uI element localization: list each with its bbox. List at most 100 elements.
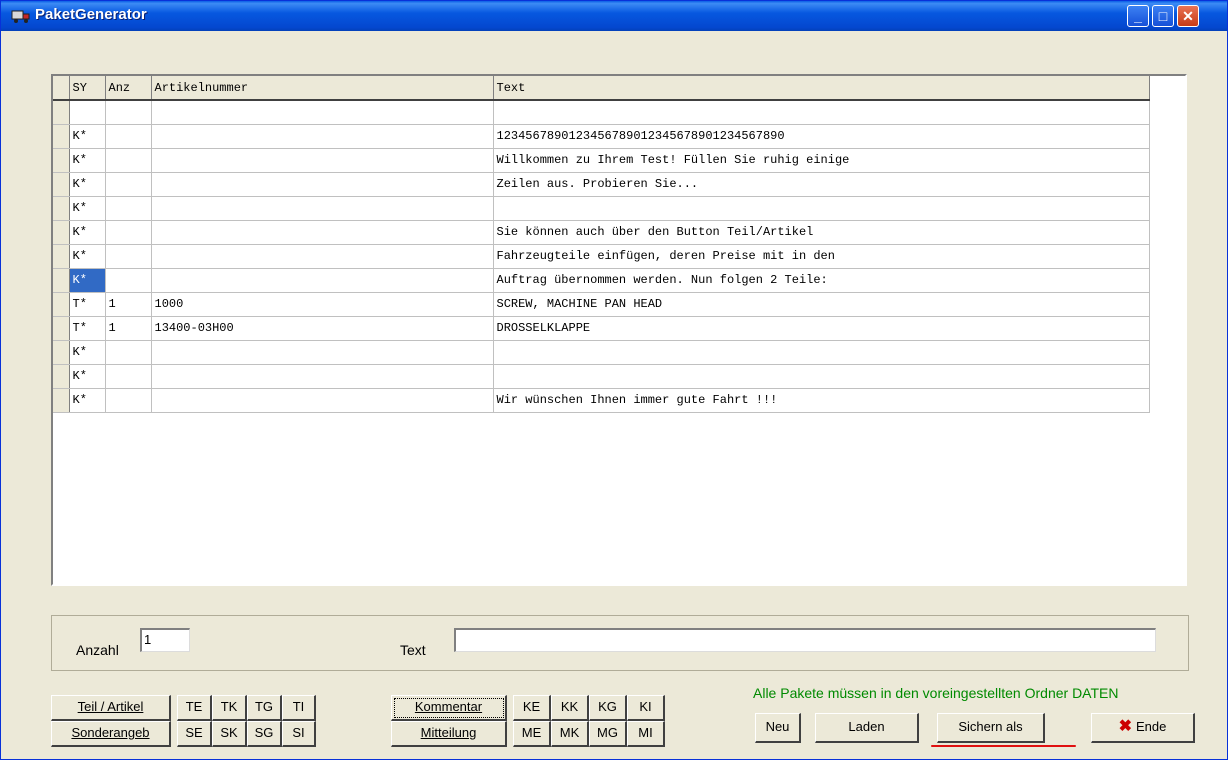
row-artikelnummer-cell[interactable] [151,340,494,365]
mk-button[interactable]: MK [551,721,589,747]
mitteilung-button[interactable]: Mitteilung [391,721,507,747]
sichern-als-button[interactable]: Sichern als [937,713,1045,743]
table-row[interactable]: K* Zeilen aus. Probieren Sie... [53,172,1150,197]
row-sy-cell[interactable]: T* [69,316,106,341]
row-text-cell[interactable]: Auftrag übernommen werden. Nun folgen 2 … [493,268,1150,293]
row-artikelnummer-cell[interactable] [151,268,494,293]
row-indicator[interactable] [53,268,70,293]
row-text-cell[interactable]: Willkommen zu Ihrem Test! Füllen Sie ruh… [493,148,1150,173]
table-row[interactable]: K* [53,340,1150,365]
row-sy-cell[interactable]: K* [69,268,106,293]
kk-button[interactable]: KK [551,695,589,721]
tg-button[interactable]: TG [247,695,282,721]
row-anz-cell[interactable] [105,196,152,221]
row-text-cell[interactable]: Zeilen aus. Probieren Sie... [493,172,1150,197]
mi-button[interactable]: MI [627,721,665,747]
column-header-text[interactable]: Text [493,76,1150,101]
row-text-cell[interactable]: 1234567890123456789012345678901234567890 [493,124,1150,149]
row-sy-cell[interactable]: K* [69,220,106,245]
row-anz-cell[interactable] [105,340,152,365]
table-row[interactable]: K* [53,196,1150,221]
row-indicator[interactable] [53,196,70,221]
table-row[interactable]: K* Fahrzeugteile einfügen, deren Preise m… [53,244,1150,269]
neu-button[interactable]: Neu [755,713,801,743]
row-indicator[interactable] [53,148,70,173]
row-artikelnummer-cell[interactable] [151,124,494,149]
me-button[interactable]: ME [513,721,551,747]
row-text-cell[interactable]: DROSSELKLAPPE [493,316,1150,341]
row-text-cell[interactable]: SCREW, MACHINE PAN HEAD [493,292,1150,317]
row-artikelnummer-cell[interactable] [151,196,494,221]
sg-button[interactable]: SG [247,721,282,747]
laden-button[interactable]: Laden [815,713,919,743]
row-sy-cell[interactable]: K* [69,340,106,365]
teil-artikel-button[interactable]: Teil / Artikel [51,695,171,721]
row-indicator[interactable] [53,172,70,197]
row-sy-cell[interactable]: T* [69,292,106,317]
row-artikelnummer-cell[interactable] [151,364,494,389]
row-indicator[interactable] [53,364,70,389]
ki-button[interactable]: KI [627,695,665,721]
table-row[interactable] [53,100,1150,125]
sk-button[interactable]: SK [212,721,247,747]
row-indicator[interactable] [53,100,70,125]
row-sy-cell[interactable]: K* [69,196,106,221]
row-indicator[interactable] [53,220,70,245]
row-indicator[interactable] [53,292,70,317]
row-text-cell[interactable] [493,100,1150,125]
mg-button[interactable]: MG [589,721,627,747]
table-row[interactable]: K* Willkommen zu Ihrem Test! Füllen Sie r… [53,148,1150,173]
row-sy-cell[interactable]: K* [69,148,106,173]
row-sy-cell[interactable]: K* [69,244,106,269]
se-button[interactable]: SE [177,721,212,747]
row-artikelnummer-cell[interactable] [151,388,494,413]
sonderangeb-button[interactable]: Sonderangeb [51,721,171,747]
row-text-cell[interactable] [493,196,1150,221]
te-button[interactable]: TE [177,695,212,721]
table-row[interactable]: K* [53,364,1150,389]
row-text-cell[interactable] [493,364,1150,389]
column-header-sy[interactable]: SY [69,76,106,101]
table-row[interactable]: K* Auftrag übernommen werden. Nun folgen … [53,268,1150,293]
column-header-anz[interactable]: Anz [105,76,152,101]
maximize-button[interactable]: □ [1152,5,1174,27]
row-anz-cell[interactable] [105,244,152,269]
table-row[interactable]: K* Sie können auch über den Button Teil/A… [53,220,1150,245]
row-indicator[interactable] [53,244,70,269]
row-text-cell[interactable] [493,340,1150,365]
row-anz-cell[interactable] [105,220,152,245]
anzahl-field[interactable]: 1 [140,628,190,652]
row-artikelnummer-cell[interactable] [151,244,494,269]
row-sy-cell[interactable]: K* [69,388,106,413]
kommentar-button[interactable]: Kommentar [391,695,507,721]
row-anz-cell[interactable] [105,364,152,389]
row-text-cell[interactable]: Wir wünschen Ihnen immer gute Fahrt !!! [493,388,1150,413]
row-sy-cell[interactable]: K* [69,172,106,197]
row-anz-cell[interactable] [105,172,152,197]
kg-button[interactable]: KG [589,695,627,721]
text-field[interactable] [454,628,1156,652]
row-artikelnummer-cell[interactable] [151,220,494,245]
row-artikelnummer-cell[interactable] [151,148,494,173]
table-row[interactable]: T* 1 13400-03H00 DROSSELKLAPPE [53,316,1150,341]
si-button[interactable]: SI [282,721,316,747]
row-anz-cell[interactable]: 1 [105,316,152,341]
row-indicator[interactable] [53,340,70,365]
row-text-cell[interactable]: Fahrzeugteile einfügen, deren Preise mit… [493,244,1150,269]
row-sy-cell[interactable] [69,100,106,125]
tk-button[interactable]: TK [212,695,247,721]
table-row[interactable]: K* Wir wünschen Ihnen immer gute Fahrt !!… [53,388,1150,413]
row-sy-cell[interactable]: K* [69,124,106,149]
row-text-cell[interactable]: Sie können auch über den Button Teil/Art… [493,220,1150,245]
row-anz-cell[interactable]: 1 [105,292,152,317]
row-indicator[interactable] [53,124,70,149]
row-artikelnummer-cell[interactable]: 1000 [151,292,494,317]
row-artikelnummer-cell[interactable] [151,172,494,197]
title-bar[interactable]: PaketGenerator _ □ ✕ [1,1,1227,31]
row-anz-cell[interactable] [105,148,152,173]
minimize-button[interactable]: _ [1127,5,1149,27]
row-indicator[interactable] [53,388,70,413]
row-artikelnummer-cell[interactable]: 13400-03H00 [151,316,494,341]
row-anz-cell[interactable] [105,388,152,413]
row-sy-cell[interactable]: K* [69,364,106,389]
